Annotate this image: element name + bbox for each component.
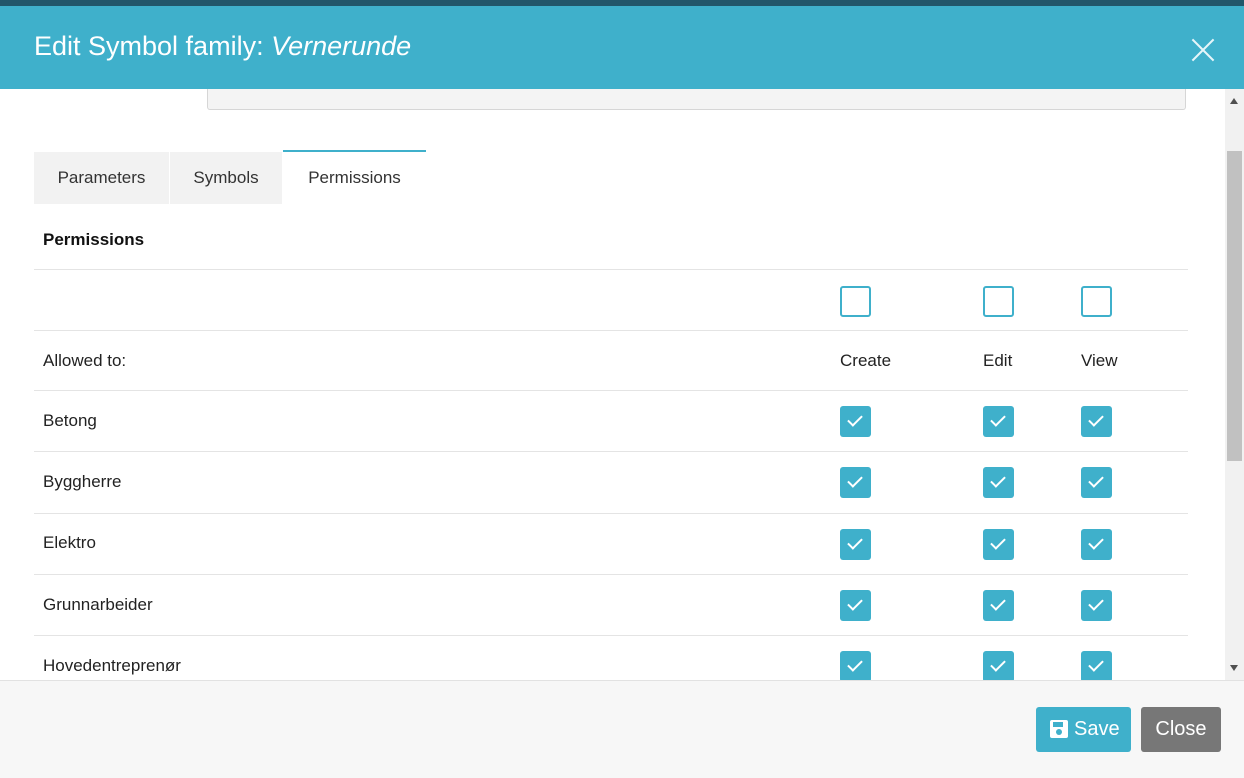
elektro-edit-checkbox[interactable] bbox=[983, 529, 1014, 560]
save-button-label: Save bbox=[1074, 718, 1120, 740]
elektro-view-checkbox[interactable] bbox=[1081, 529, 1112, 560]
table-row: Betong bbox=[34, 390, 1188, 452]
modal-title-prefix: Edit Symbol family: bbox=[34, 31, 264, 61]
row-label-hovedentreprenor: Hovedentreprenør bbox=[43, 656, 181, 675]
select-all-edit-checkbox[interactable] bbox=[983, 286, 1014, 317]
save-button[interactable]: Save bbox=[1036, 707, 1131, 752]
grunnarbeider-edit-checkbox[interactable] bbox=[983, 590, 1014, 621]
modal-header: Edit Symbol family: Vernerunde bbox=[0, 6, 1244, 89]
tab-permissions[interactable]: Permissions bbox=[283, 150, 426, 204]
byggherre-create-checkbox[interactable] bbox=[840, 467, 871, 498]
permissions-heading: Permissions bbox=[43, 230, 145, 249]
scroll-up-arrow-icon[interactable] bbox=[1230, 98, 1238, 104]
betong-edit-checkbox[interactable] bbox=[983, 406, 1014, 437]
close-button[interactable]: Close bbox=[1141, 707, 1221, 752]
floppy-disk-icon bbox=[1050, 720, 1068, 738]
select-all-create-checkbox[interactable] bbox=[840, 286, 871, 317]
row-label-grunnarbeider: Grunnarbeider bbox=[43, 595, 153, 614]
modal-footer: Save Close bbox=[0, 680, 1244, 778]
column-create: Create bbox=[840, 351, 892, 370]
table-row: Grunnarbeider bbox=[34, 574, 1188, 636]
table-row: Hovedentreprenør bbox=[34, 635, 1188, 680]
tab-parameters[interactable]: Parameters bbox=[34, 152, 169, 204]
table-row: Elektro bbox=[34, 513, 1188, 575]
allowed-to-label: Allowed to: bbox=[43, 351, 127, 370]
row-label-betong: Betong bbox=[43, 411, 97, 430]
tab-symbols[interactable]: Symbols bbox=[170, 152, 282, 204]
hovedentreprenor-view-checkbox[interactable] bbox=[1081, 651, 1112, 680]
modal-title: Edit Symbol family: Vernerunde bbox=[34, 31, 411, 62]
column-view: View bbox=[1081, 351, 1118, 370]
byggherre-edit-checkbox[interactable] bbox=[983, 467, 1014, 498]
betong-view-checkbox[interactable] bbox=[1081, 406, 1112, 437]
column-edit: Edit bbox=[983, 351, 1013, 370]
vertical-scrollbar[interactable] bbox=[1225, 89, 1244, 680]
hovedentreprenor-edit-checkbox[interactable] bbox=[983, 651, 1014, 680]
close-icon[interactable] bbox=[1190, 37, 1216, 63]
modal-title-family-name: Vernerunde bbox=[271, 31, 412, 61]
scrollbar-thumb[interactable] bbox=[1227, 151, 1242, 461]
description-field[interactable] bbox=[207, 89, 1186, 110]
scroll-down-arrow-icon[interactable] bbox=[1230, 665, 1238, 671]
grunnarbeider-create-checkbox[interactable] bbox=[840, 590, 871, 621]
byggherre-view-checkbox[interactable] bbox=[1081, 467, 1112, 498]
modal-body: Parameters Symbols Permissions Permissio… bbox=[0, 89, 1225, 680]
column-header-row: Allowed to: Create Edit View bbox=[34, 330, 1188, 391]
grunnarbeider-view-checkbox[interactable] bbox=[1081, 590, 1112, 621]
select-all-view-checkbox[interactable] bbox=[1081, 286, 1112, 317]
row-label-byggherre: Byggherre bbox=[43, 472, 122, 491]
select-all-row bbox=[34, 269, 1188, 331]
hovedentreprenor-create-checkbox[interactable] bbox=[840, 651, 871, 680]
table-row: Byggherre bbox=[34, 451, 1188, 513]
elektro-create-checkbox[interactable] bbox=[840, 529, 871, 560]
betong-create-checkbox[interactable] bbox=[840, 406, 871, 437]
row-label-elektro: Elektro bbox=[43, 533, 96, 552]
